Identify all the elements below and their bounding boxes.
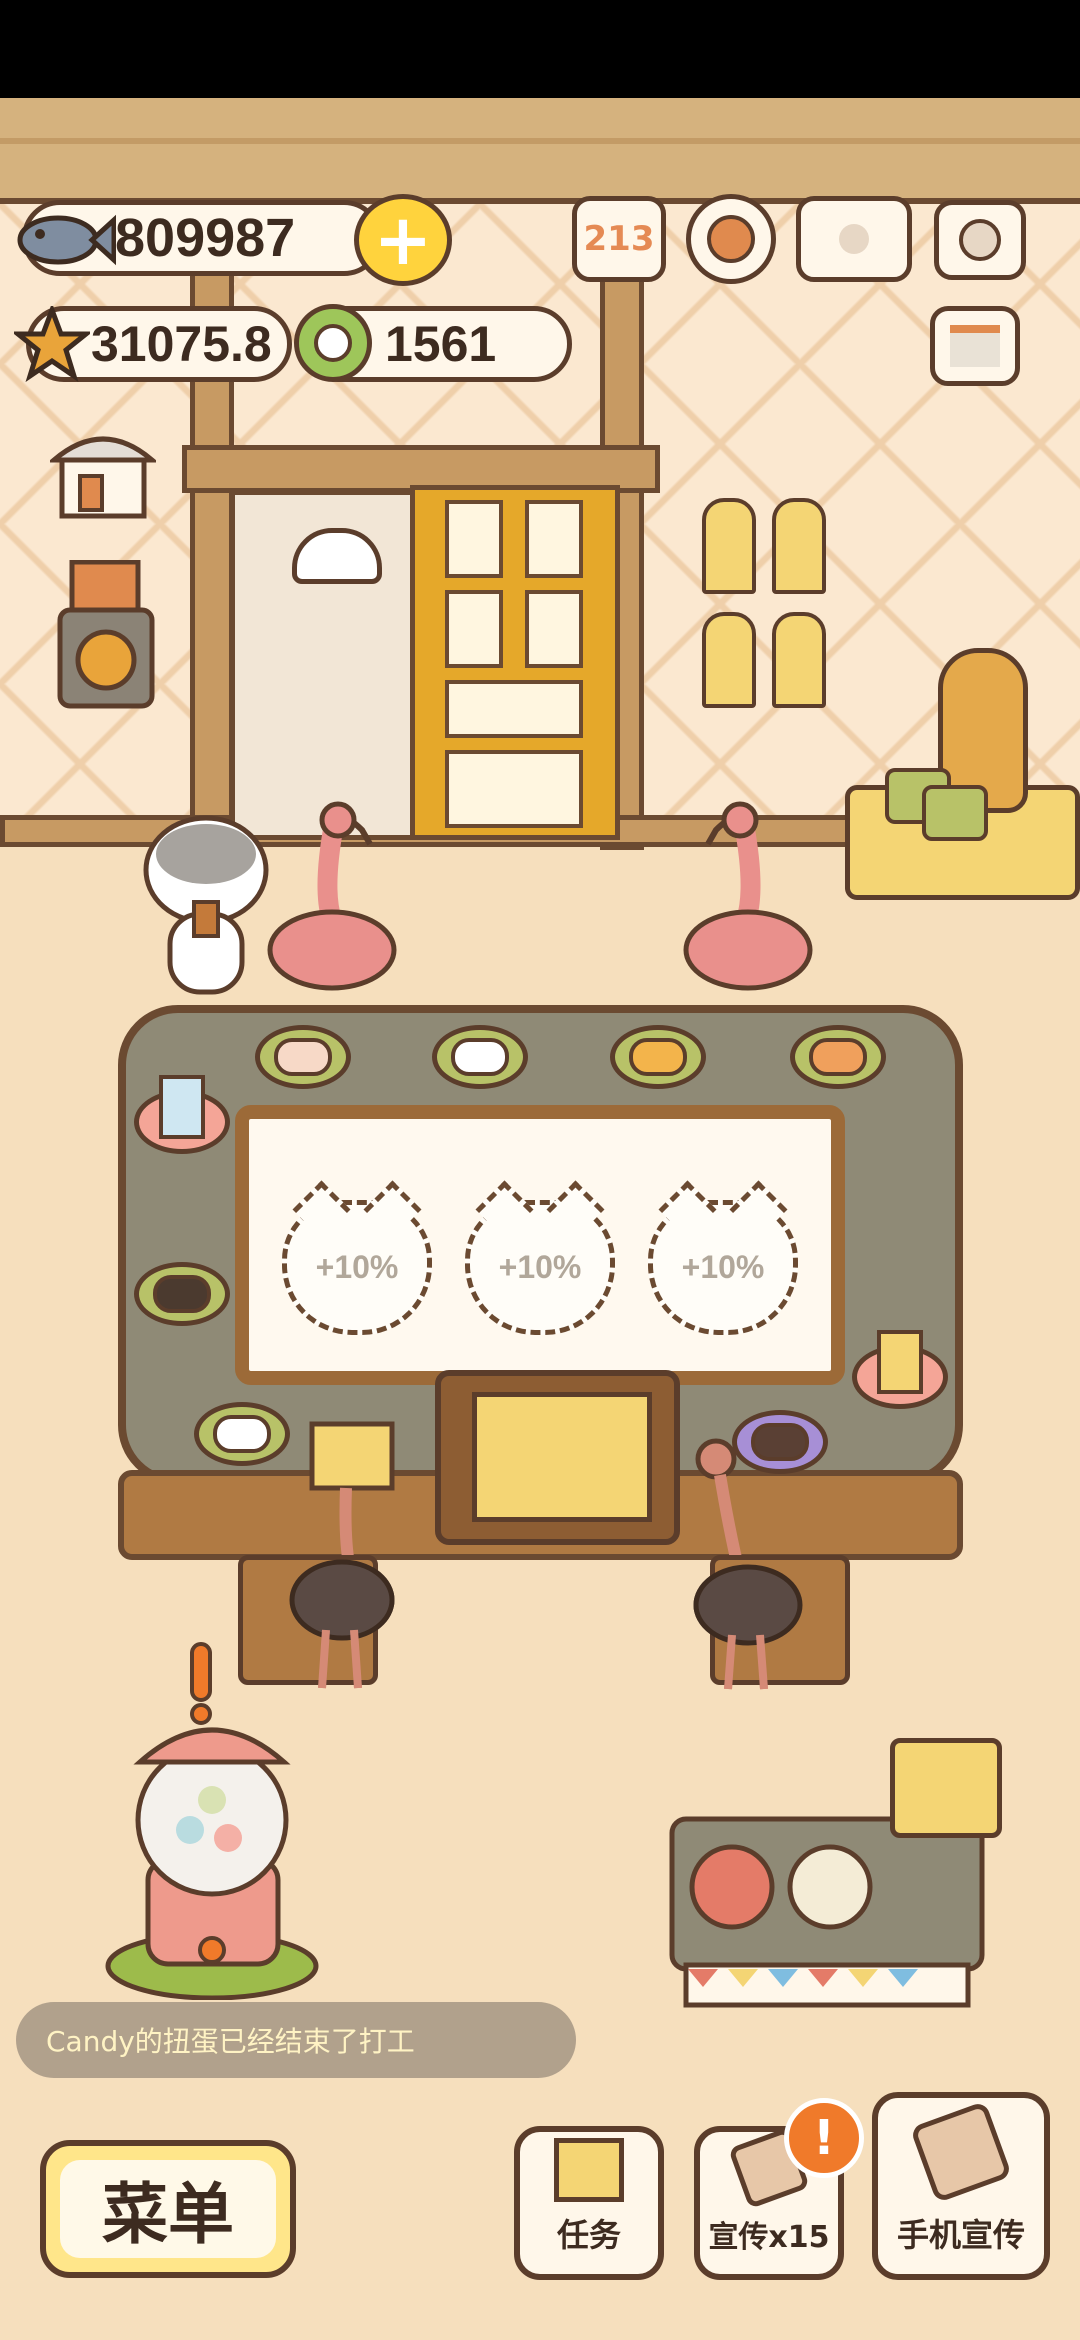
- tea-cup-icon: [922, 785, 988, 841]
- leaderboard-button[interactable]: 213: [572, 196, 666, 282]
- slot-bonus: +10%: [498, 1249, 582, 1285]
- tasks-button[interactable]: 任务: [514, 2126, 664, 2280]
- notification-text: Candy的扭蛋已经结束了打工: [46, 2025, 415, 2058]
- fish-tag-icon: [772, 498, 826, 594]
- add-fish-button[interactable]: +: [354, 194, 452, 286]
- sushi-plate[interactable]: [610, 1025, 706, 1089]
- flamingo-customer[interactable]: [262, 800, 410, 1000]
- seat-slot[interactable]: +10%: [648, 1200, 798, 1335]
- tasks-label: 任务: [556, 2216, 621, 2254]
- seat-slot[interactable]: +10%: [465, 1200, 615, 1335]
- seat-slot[interactable]: +10%: [282, 1200, 432, 1335]
- clock-vending-button[interactable]: [56, 559, 156, 710]
- promote-alert-badge: !: [784, 2098, 864, 2178]
- shop-button[interactable]: [47, 424, 159, 520]
- star-icon: [10, 302, 94, 383]
- top-black-bar: [0, 0, 1080, 98]
- sushi-plate[interactable]: [790, 1025, 886, 1089]
- fish-tag-icon: [772, 612, 826, 708]
- coin-count: 1561: [385, 316, 497, 372]
- ostrich-customer-overlay: [680, 1435, 810, 1695]
- milk-plate[interactable]: [134, 1075, 230, 1154]
- flamingo-customer[interactable]: [670, 800, 818, 1000]
- gacha-machine[interactable]: [100, 1640, 330, 2001]
- podium-icon: 213: [583, 219, 655, 259]
- cup-stack: [890, 1738, 1002, 1838]
- prep-cart[interactable]: [668, 1815, 993, 2025]
- camera-button[interactable]: [934, 200, 1026, 280]
- star-count: 31075.8: [91, 316, 272, 372]
- milk-carton-icon: [159, 1075, 205, 1139]
- camera-icon: [959, 219, 1001, 261]
- cat-chef-character[interactable]: [140, 806, 270, 996]
- sushi-plate[interactable]: [134, 1262, 230, 1326]
- notification-banner: Candy的扭蛋已经结束了打工: [16, 2002, 576, 2078]
- smartphone-icon: [909, 2100, 1013, 2204]
- drink-plate[interactable]: [852, 1330, 948, 1409]
- phone-promote-button[interactable]: 手机宣传: [872, 2092, 1050, 2280]
- phone-promote-label: 手机宣传: [896, 2216, 1025, 2254]
- plus-icon: +: [373, 199, 433, 281]
- sliding-door: [410, 485, 620, 840]
- fish-icon: [12, 198, 117, 278]
- gear-icon: [707, 215, 755, 263]
- fish-tag-icon: [702, 612, 756, 708]
- settings-button[interactable]: [686, 194, 776, 284]
- book-paw-icon: [839, 224, 869, 254]
- checklist-icon: [554, 2138, 624, 2202]
- recipe-book-button[interactable]: [796, 196, 912, 282]
- sushi-plate[interactable]: [432, 1025, 528, 1089]
- sushi-plate[interactable]: [255, 1025, 351, 1089]
- promote-label: 宣传x15: [708, 2220, 830, 2255]
- notice-paper: [472, 1392, 652, 1522]
- alert-icon: !: [813, 2110, 835, 2166]
- slot-bonus: +10%: [681, 1249, 765, 1285]
- juice-box-icon: [877, 1330, 923, 1394]
- ceiling-beam: [0, 98, 1080, 204]
- newspaper-icon: [950, 325, 1000, 367]
- coin-icon: [294, 304, 372, 382]
- menu-button[interactable]: 菜单: [40, 2140, 296, 2278]
- fish-count: 809987: [115, 208, 296, 268]
- menu-label: 菜单: [102, 2176, 234, 2253]
- newspaper-button[interactable]: [930, 306, 1020, 386]
- fish-tag-icon: [702, 498, 756, 594]
- slot-bonus: +10%: [315, 1249, 399, 1285]
